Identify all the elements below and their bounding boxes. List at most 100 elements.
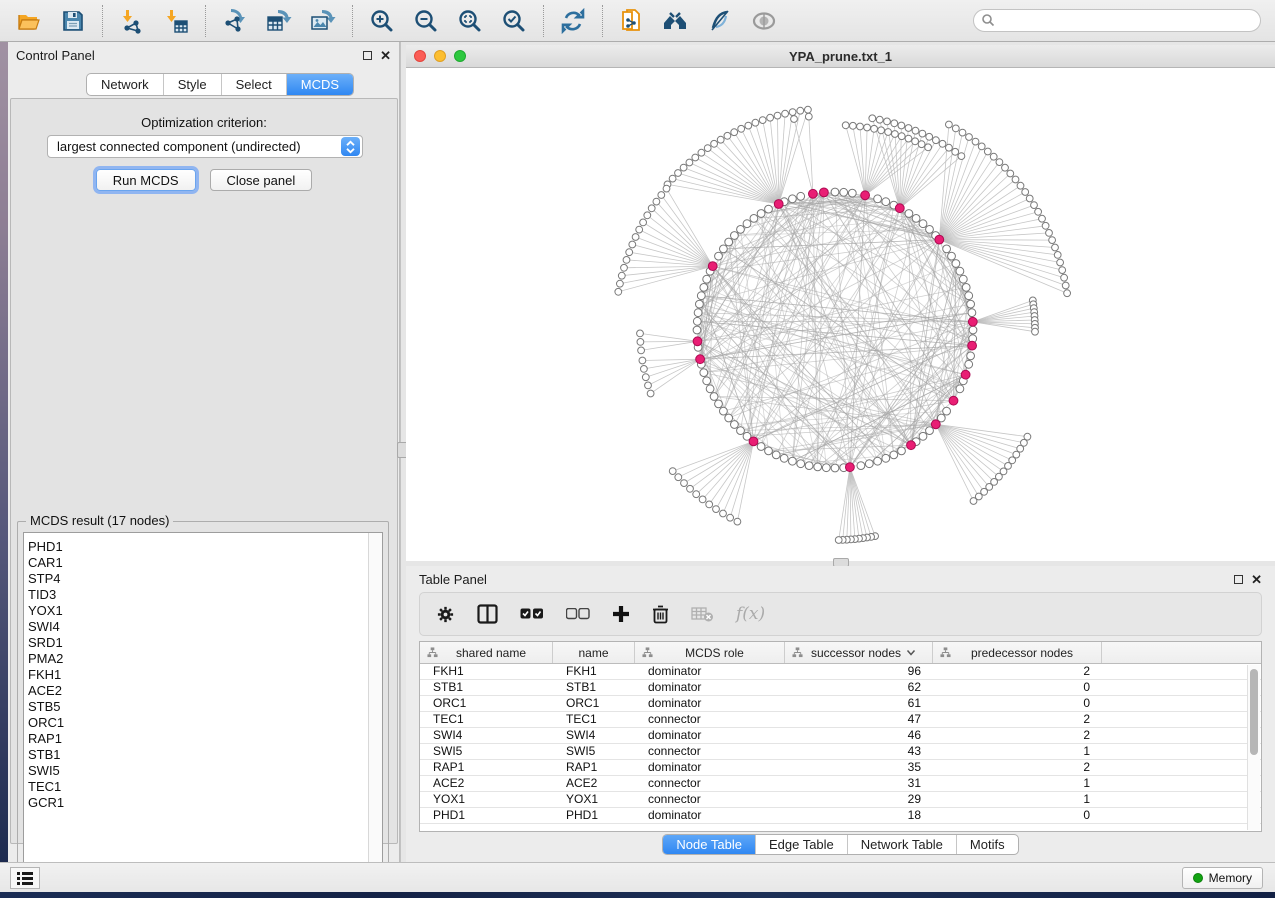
mcds-result-item[interactable]: STP4 [24,571,382,587]
table-row[interactable]: FKH1FKH1dominator962 [420,664,1261,680]
network-node[interactable] [952,260,960,268]
table-row[interactable]: SWI5SWI5connector431 [420,744,1261,760]
network-leaf-node[interactable] [692,154,699,161]
network-leaf-node[interactable] [892,131,899,138]
network-leaf-node[interactable] [752,119,759,126]
mcds-result-item[interactable]: FKH1 [24,667,382,683]
network-node[interactable] [965,292,973,300]
select-all-rows-icon[interactable] [520,608,544,620]
export-table-icon[interactable] [264,6,294,36]
network-node[interactable] [696,300,704,308]
network-node[interactable] [874,195,882,203]
network-node[interactable] [703,377,711,385]
network-node[interactable] [737,427,745,435]
network-leaf-node[interactable] [919,130,926,137]
network-leaf-node[interactable] [959,129,966,136]
network-leaf-node[interactable] [1052,244,1059,251]
cell-shared-name[interactable]: TEC1 [420,712,553,727]
network-node[interactable] [831,188,839,196]
export-network-icon[interactable] [220,6,250,36]
network-leaf-node[interactable] [952,148,959,155]
mcds-result-item[interactable]: STB5 [24,699,382,715]
network-node[interactable] [831,464,839,472]
network-leaf-node[interactable] [767,114,774,121]
zoom-selected-icon[interactable] [499,6,529,36]
network-leaf-node[interactable] [639,357,646,364]
network-leaf-node[interactable] [789,109,796,116]
network-leaf-node[interactable] [905,135,912,142]
run-mcds-button[interactable]: Run MCDS [96,169,196,191]
network-node[interactable] [720,245,728,253]
network-node[interactable] [772,451,780,459]
cell-name[interactable]: PHD1 [553,808,635,823]
zoom-in-icon[interactable] [367,6,397,36]
network-leaf-node[interactable] [984,148,991,155]
network-node[interactable] [757,443,765,451]
mcds-result-item[interactable]: ACE2 [24,683,382,699]
network-leaf-node[interactable] [686,159,693,166]
cell-name[interactable]: ACE2 [553,776,635,791]
network-leaf-node[interactable] [1062,282,1069,289]
network-leaf-node[interactable] [617,280,624,287]
network-leaf-node[interactable] [629,241,636,248]
close-table-panel-icon[interactable]: ✕ [1251,575,1262,584]
cell-name[interactable]: TEC1 [553,712,635,727]
network-leaf-node[interactable] [638,347,645,354]
cell-shared-name[interactable]: STB1 [420,680,553,695]
network-node[interactable] [956,385,964,393]
network-view-canvas[interactable] [406,68,1275,561]
network-node[interactable] [703,275,711,283]
cell-successor-nodes[interactable]: 35 [785,760,933,775]
network-mcds-node[interactable] [935,235,944,244]
network-leaf-node[interactable] [704,145,711,152]
network-leaf-node[interactable] [640,219,647,226]
network-leaf-node[interactable] [835,537,842,544]
cell-successor-nodes[interactable]: 43 [785,744,933,759]
network-leaf-node[interactable] [939,140,946,147]
network-leaf-node[interactable] [946,121,953,128]
network-node[interactable] [968,309,976,317]
cell-name[interactable]: STB1 [553,680,635,695]
network-leaf-node[interactable] [1007,170,1014,177]
cell-shared-name[interactable]: PHD1 [420,808,553,823]
network-leaf-node[interactable] [1059,267,1066,274]
cell-predecessor-nodes[interactable]: 2 [933,664,1102,679]
network-mcds-node[interactable] [968,341,977,350]
network-node[interactable] [905,210,913,218]
network-leaf-node[interactable] [842,122,849,129]
network-leaf-node[interactable] [642,374,649,381]
cell-name[interactable]: SWI5 [553,744,635,759]
cell-MCDS-role[interactable]: connector [635,792,785,807]
network-node[interactable] [912,215,920,223]
network-leaf-node[interactable] [1035,208,1042,215]
network-leaf-node[interactable] [1022,189,1029,196]
network-leaf-node[interactable] [724,132,731,139]
task-history-button[interactable] [10,867,40,889]
network-leaf-node[interactable] [645,382,652,389]
network-node[interactable] [865,460,873,468]
network-mcds-node[interactable] [907,441,916,450]
mcds-result-item[interactable]: SWI4 [24,619,382,635]
network-mcds-node[interactable] [861,191,870,200]
mcds-result-item[interactable]: SRD1 [24,635,382,651]
cell-shared-name[interactable]: SWI5 [420,744,553,759]
cell-successor-nodes[interactable]: 62 [785,680,933,695]
network-node[interactable] [743,220,751,228]
network-leaf-node[interactable] [884,118,891,125]
network-node[interactable] [898,447,906,455]
network-leaf-node[interactable] [675,170,682,177]
network-leaf-node[interactable] [717,136,724,143]
network-leaf-node[interactable] [912,127,919,134]
network-leaf-node[interactable] [644,212,651,219]
network-node[interactable] [715,252,723,260]
network-node[interactable] [700,369,708,377]
mcds-result-item[interactable]: PMA2 [24,651,382,667]
network-leaf-node[interactable] [876,116,883,123]
network-node[interactable] [962,284,970,292]
network-node[interactable] [789,195,797,203]
network-node[interactable] [715,400,723,408]
network-leaf-node[interactable] [1054,252,1061,259]
network-leaf-node[interactable] [658,192,665,199]
network-leaf-node[interactable] [1017,182,1024,189]
table-row[interactable]: ACE2ACE2connector311 [420,776,1261,792]
